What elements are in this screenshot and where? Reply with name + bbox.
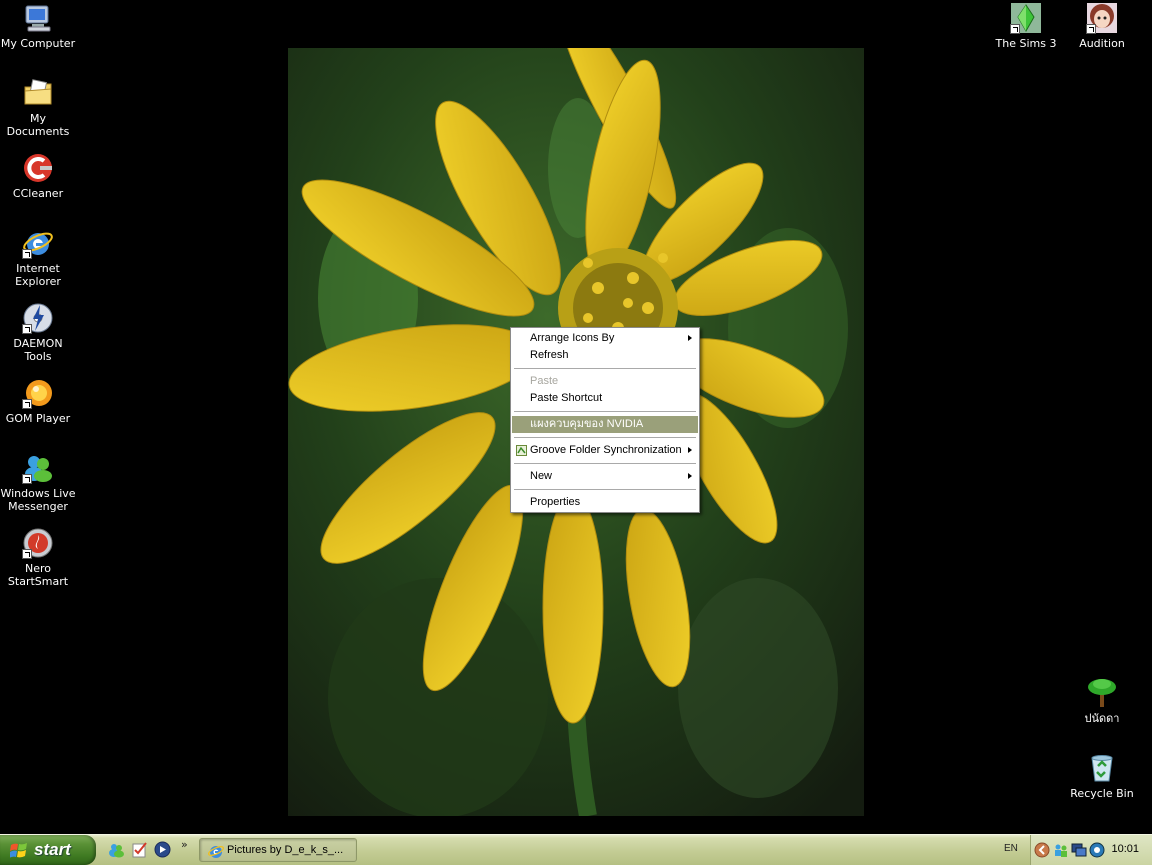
icon-label: My Computer xyxy=(0,37,76,50)
taskbar-window-button[interactable]: Pictures by D_e_k_s_... xyxy=(199,838,357,862)
submenu-arrow-icon xyxy=(688,335,692,341)
icon-label: Audition xyxy=(1079,37,1125,50)
icon-label: ปนัดดา xyxy=(1084,712,1120,725)
shortcut-arrow-icon xyxy=(22,324,32,334)
start-label: start xyxy=(34,840,71,859)
menu-item-paste: Paste xyxy=(530,375,559,387)
icon-label: DAEMON Tools xyxy=(13,337,63,363)
desktop-icon-my-documents[interactable]: My Documents xyxy=(0,77,76,138)
icon-label: Windows Live Messenger xyxy=(0,487,76,513)
shortcut-arrow-icon xyxy=(22,249,32,259)
menu-separator xyxy=(514,489,696,490)
messenger-icon xyxy=(22,452,54,484)
menu-item-new[interactable]: New xyxy=(512,468,698,485)
icon-label: The Sims 3 xyxy=(995,37,1057,50)
quicklaunch-more-chevron[interactable]: » xyxy=(181,838,188,851)
menu-separator xyxy=(514,411,696,412)
menu-separator xyxy=(514,368,696,369)
desktop-icon-my-computer[interactable]: My Computer xyxy=(0,2,76,50)
desktop-icon-internet-explorer[interactable]: Internet Explorer xyxy=(0,227,76,288)
desktop-context-menu: Arrange Icons By Refresh Paste Paste Sho… xyxy=(510,327,700,513)
start-button[interactable]: start xyxy=(0,835,96,865)
menu-separator xyxy=(514,463,696,464)
desktop-icon-the-sims-3[interactable]: The Sims 3 xyxy=(988,2,1064,50)
menu-item-arrange-icons-by[interactable]: Arrange Icons By xyxy=(512,330,698,347)
menu-separator xyxy=(514,437,696,438)
quicklaunch-messenger-icon[interactable] xyxy=(108,841,125,858)
submenu-arrow-icon xyxy=(688,473,692,479)
tray-network-users-icon[interactable] xyxy=(1053,842,1069,858)
internet-explorer-icon xyxy=(208,846,224,858)
submenu-arrow-icon xyxy=(688,447,692,453)
desktop-icon-nero-startsmart[interactable]: Nero StartSmart xyxy=(0,527,76,588)
shortcut-arrow-icon xyxy=(1086,24,1096,34)
sims-plumbob-icon xyxy=(1010,2,1042,34)
tray-security-icon[interactable] xyxy=(1089,842,1105,858)
window-button-title: Pictures by D_e_k_s_... xyxy=(227,844,344,856)
shortcut-arrow-icon xyxy=(22,399,32,409)
internet-explorer-icon xyxy=(22,227,54,259)
desktop-icon-windows-live-messenger[interactable]: Windows Live Messenger xyxy=(0,452,76,513)
windows-flag-icon xyxy=(10,843,27,858)
desktop-icon-ccleaner[interactable]: CCleaner xyxy=(0,152,76,200)
tree-icon xyxy=(1086,677,1118,709)
menu-item-properties[interactable]: Properties xyxy=(512,494,698,511)
desktop-icon-audition[interactable]: Audition xyxy=(1064,2,1140,50)
tray-expand-icon[interactable] xyxy=(1034,842,1050,858)
documents-folder-icon xyxy=(22,77,54,109)
desktop-icon-recycle-bin[interactable]: Recycle Bin xyxy=(1064,752,1140,800)
quicklaunch-checklist-icon[interactable] xyxy=(131,841,148,858)
icon-label: Nero StartSmart xyxy=(7,562,69,588)
daemon-tools-icon xyxy=(22,302,54,334)
system-clock[interactable]: 10:01 xyxy=(1111,843,1139,855)
language-indicator[interactable]: EN xyxy=(1004,843,1018,854)
desktop-icon-daemon-tools[interactable]: DAEMON Tools xyxy=(0,302,76,363)
taskbar: start » Pictures by D_e_k_s_... EN 10:01 xyxy=(0,834,1152,865)
menu-item-refresh[interactable]: Refresh xyxy=(512,347,698,364)
quicklaunch-media-player-icon[interactable] xyxy=(154,841,171,858)
desktop-icon-tree[interactable]: ปนัดดา xyxy=(1064,677,1140,725)
menu-item-paste-shortcut[interactable]: Paste Shortcut xyxy=(512,390,698,407)
shortcut-arrow-icon xyxy=(22,549,32,559)
tray-monitor-icon[interactable] xyxy=(1071,842,1087,858)
system-tray: 10:01 xyxy=(1030,835,1152,865)
nero-icon xyxy=(22,527,54,559)
menu-item-groove-folder-sync[interactable]: Groove Folder Synchronization xyxy=(512,442,698,459)
icon-label: CCleaner xyxy=(12,187,64,200)
shortcut-arrow-icon xyxy=(1010,24,1020,34)
audition-avatar-icon xyxy=(1086,2,1118,34)
icon-label: Internet Explorer xyxy=(15,262,61,288)
icon-label: My Documents xyxy=(6,112,70,138)
ccleaner-icon xyxy=(22,152,54,184)
icon-label: Recycle Bin xyxy=(1070,787,1134,800)
desktop-icon-gom-player[interactable]: GOM Player xyxy=(0,377,76,425)
icon-label: GOM Player xyxy=(5,412,71,425)
gom-player-icon xyxy=(22,377,54,409)
recycle-bin-icon xyxy=(1086,752,1118,784)
menu-item-nvidia-control-panel[interactable]: แผงควบคุมของ NVIDIA xyxy=(512,416,698,433)
computer-icon xyxy=(22,2,54,34)
groove-icon xyxy=(516,445,527,456)
shortcut-arrow-icon xyxy=(22,474,32,484)
